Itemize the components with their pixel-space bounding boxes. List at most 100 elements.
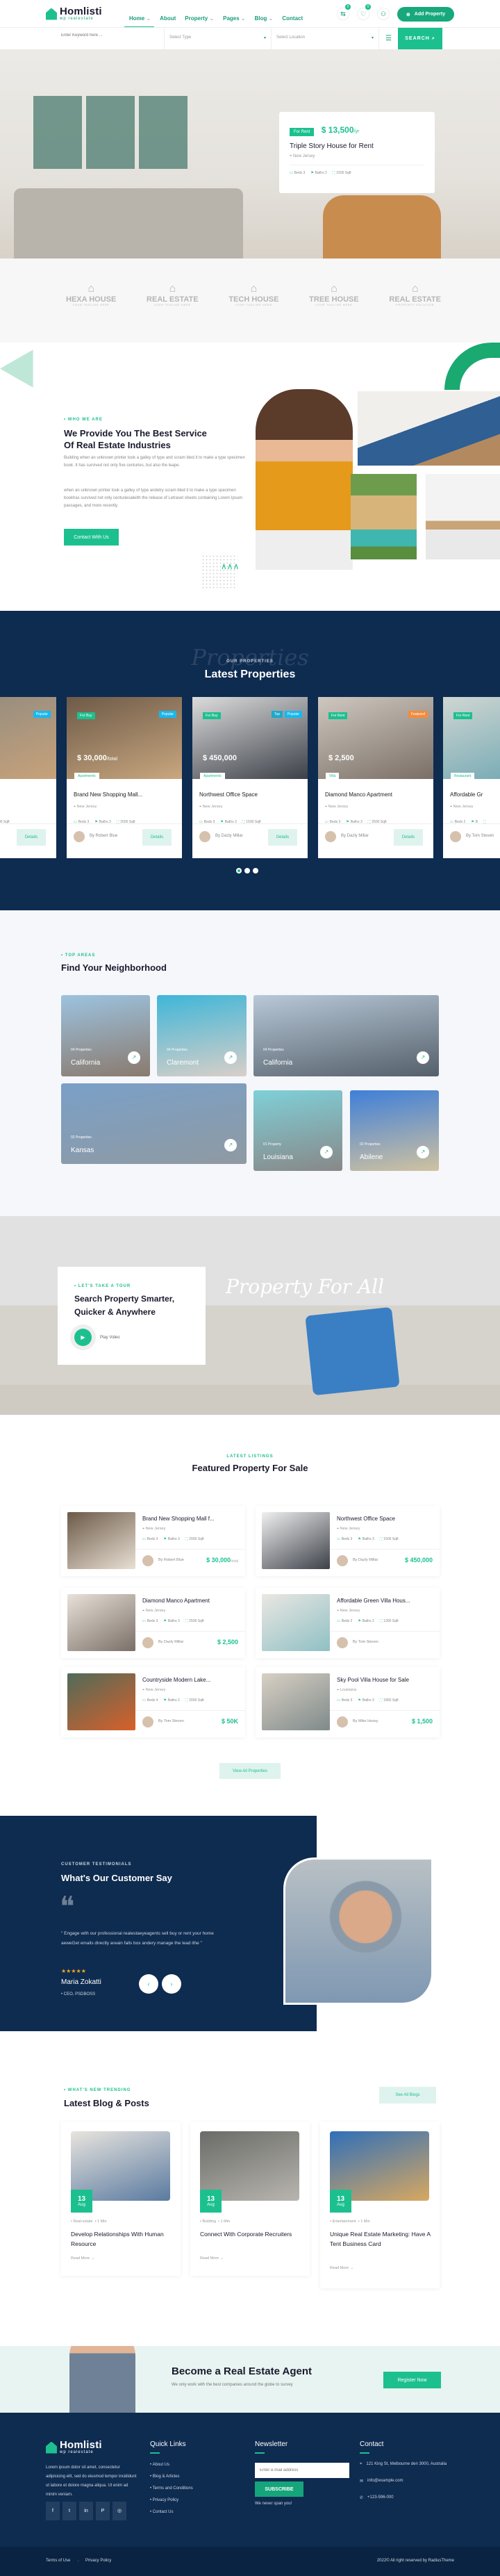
area-tile[interactable]: 04 Properties California ↗ <box>253 995 439 1076</box>
area-tile[interactable]: 02 Properties Abilene ↗ <box>350 1090 439 1171</box>
flag-badge: Popular <box>158 711 176 718</box>
footer-link[interactable]: • Blog & Articles <box>150 2471 193 2483</box>
area-meta: ⛶1500 Sqft <box>332 171 351 175</box>
contact-with-us-button[interactable]: Contact With Us <box>64 529 119 545</box>
instagram-icon[interactable]: ◎ <box>112 2502 126 2520</box>
details-button[interactable]: Details <box>142 829 172 846</box>
cta-subtitle: We only work with the best companies aro… <box>172 2383 293 2387</box>
nav-property[interactable]: Property ⌄ <box>185 15 214 22</box>
nav-home[interactable]: Home ⌄ <box>129 15 151 22</box>
logo[interactable]: Homlisti wp realestate <box>46 6 102 21</box>
area-tile[interactable]: 01 Property Louisiana ↗ <box>253 1090 342 1171</box>
featured-property-card[interactable]: Sky Pool Villa House for Sale ⌖ Louisian… <box>256 1667 440 1737</box>
footer-link[interactable]: • About Us <box>150 2459 193 2471</box>
facebook-icon[interactable]: f <box>46 2502 60 2520</box>
details-button[interactable]: Details <box>394 829 423 846</box>
area-tile[interactable]: 02 Properties Kansas ↗ <box>61 1083 247 1164</box>
nav-about[interactable]: About <box>160 15 176 22</box>
area-tile[interactable]: 04 Properties California ↗ <box>61 995 150 1076</box>
area-name: Abilene <box>360 1154 383 1161</box>
property-card[interactable]: For Rent Restaurant Affordable Gr ⌖ New … <box>443 697 500 858</box>
featured-property-card[interactable]: Countryside Modern Lake... ⌖ New Jersey … <box>61 1667 245 1737</box>
view-all-properties-button[interactable]: View All Properties <box>219 1763 281 1779</box>
see-all-blogs-button[interactable]: See All Blogs <box>379 2087 436 2103</box>
prev-arrow-button[interactable]: ‹ <box>139 1974 158 1994</box>
blog-post-title[interactable]: Connect With Corporate Recruiters <box>200 2229 301 2239</box>
details-button[interactable]: Details <box>17 829 46 846</box>
details-button[interactable]: Details <box>268 829 297 846</box>
hero-property-card[interactable]: For Rent $ 13,500/yr Triple Story House … <box>279 112 435 193</box>
linkedin-icon[interactable]: in <box>79 2502 93 2520</box>
house-icon <box>46 2441 57 2454</box>
agent-avatar <box>337 1555 348 1566</box>
register-now-button[interactable]: Register Now <box>383 2372 441 2388</box>
footer-logo[interactable]: Homlisti wp realestate <box>46 2440 102 2454</box>
about-label: • WHO WE ARE <box>64 418 103 422</box>
read-more-link[interactable]: Read More → <box>71 2256 94 2261</box>
nav-blog[interactable]: Blog ⌄ <box>255 15 274 22</box>
blog-card[interactable]: 13 Aug • Building • 1 Min Connect With Co… <box>190 2122 310 2276</box>
living-room-image <box>358 391 500 466</box>
footer-link[interactable]: • Privacy Policy <box>150 2495 193 2507</box>
type-select[interactable]: Select Type ▾ <box>164 28 271 49</box>
agent-name: By Tom Steven <box>353 1640 378 1644</box>
property-card[interactable]: For Rent Featured $ 2,500 Villa Diamond … <box>318 697 433 858</box>
arrow-up-right-icon[interactable]: ↗ <box>417 1051 429 1064</box>
property-image: For Buy Popular $ 30,000/total Apartment… <box>67 697 182 780</box>
contact-phone[interactable]: +123-596-000 <box>367 2495 394 2500</box>
newsletter-email-input[interactable] <box>255 2463 349 2478</box>
add-property-button[interactable]: ⊕ Add Property <box>397 7 454 22</box>
property-image: For Buy Popular Top $ 450,000 Apartments <box>192 697 308 780</box>
bath-icon: ⚑ <box>358 1698 361 1703</box>
location-select[interactable]: Select Location ▾ <box>271 28 378 49</box>
arrow-up-right-icon[interactable]: ↗ <box>128 1051 140 1064</box>
blog-post-title[interactable]: Unique Real Estate Marketing: Have A Ten… <box>330 2229 431 2249</box>
hero-property-title[interactable]: Triple Story House for Rent <box>290 142 424 150</box>
arrow-up-right-icon[interactable]: ↗ <box>224 1139 237 1151</box>
twitter-icon[interactable]: t <box>62 2502 76 2520</box>
footer-link[interactable]: • Terms and Conditions <box>150 2483 193 2495</box>
next-arrow-button[interactable]: › <box>162 1974 181 1994</box>
carousel-dot[interactable] <box>253 868 258 873</box>
wishlist-button[interactable]: ♡ 0 <box>357 4 371 20</box>
property-card[interactable]: For Buy Popular $ 30,000/total Apartment… <box>67 697 182 858</box>
featured-property-card[interactable]: Affordable Green Villa Hous... ⌖ New Jer… <box>256 1588 440 1658</box>
privacy-link[interactable]: Privacy Policy <box>85 2559 111 2563</box>
keyword-input[interactable] <box>61 33 158 38</box>
user-account-button[interactable]: ⚇ <box>377 8 390 20</box>
property-image: Popular <box>0 697 56 779</box>
featured-property-card[interactable]: Diamond Manco Apartment ⌖ New Jersey ▭ Be… <box>61 1588 245 1658</box>
read-more-link[interactable]: Read More → <box>330 2266 353 2270</box>
arrow-up-right-icon[interactable]: ↗ <box>320 1146 333 1158</box>
area-icon: ⛶ <box>379 1537 383 1541</box>
baths-meta: ⚑ Baths 3 <box>163 1619 180 1623</box>
terms-link[interactable]: Terms of Use <box>46 2559 70 2563</box>
baths-meta: ⚑ Baths 3 <box>163 1537 180 1541</box>
featured-property-card[interactable]: Northwest Office Space ⌖ New Jersey ▭ Bed… <box>256 1506 440 1576</box>
blog-card[interactable]: 13 Aug • Entertainment • 1 Min Unique Rea… <box>320 2122 440 2288</box>
blog-post-title[interactable]: Develop Relationships With Human Resourc… <box>71 2229 172 2249</box>
pinterest-icon[interactable]: P <box>96 2502 110 2520</box>
featured-property-card[interactable]: Brand New Shopping Mall f... ⌖ New Jerse… <box>61 1506 245 1576</box>
play-video-button[interactable]: ▶ Play Video <box>74 1329 189 1346</box>
area-tile[interactable]: 04 Properties Claremont ↗ <box>157 995 247 1076</box>
agent-avatar <box>450 831 461 842</box>
filter-button[interactable]: ☰ <box>378 28 398 49</box>
blog-card[interactable]: 13 Aug • Real-estate • 1 Min Develop Rela… <box>61 2122 181 2276</box>
arrow-up-right-icon[interactable]: ↗ <box>417 1146 429 1158</box>
arrow-up-right-icon[interactable]: ↗ <box>224 1051 237 1064</box>
property-card[interactable]: Popular Triple Story House for Rent ⌖ Ne… <box>0 697 56 858</box>
bed-icon: ▭ <box>337 1537 340 1541</box>
read-more-link[interactable]: Read More → <box>200 2256 224 2261</box>
compare-button[interactable]: ⇆ 0 <box>337 4 351 20</box>
header: Homlisti wp realestate Home ⌄ About Propert… <box>0 0 500 28</box>
search-button[interactable]: SEARCH ⌕ <box>398 28 442 49</box>
nav-pages[interactable]: Pages ⌄ <box>223 15 246 22</box>
carousel-dot[interactable] <box>244 868 250 873</box>
nav-contact[interactable]: Contact <box>282 15 303 22</box>
footer-link[interactable]: • Contact Us <box>150 2507 193 2518</box>
property-card[interactable]: For Buy Popular Top $ 450,000 Apartments … <box>192 697 308 858</box>
subscribe-button[interactable]: SUBSCRIBE <box>255 2481 303 2497</box>
carousel-dot[interactable] <box>236 868 242 873</box>
contact-email[interactable]: info@example.com <box>367 2479 403 2484</box>
